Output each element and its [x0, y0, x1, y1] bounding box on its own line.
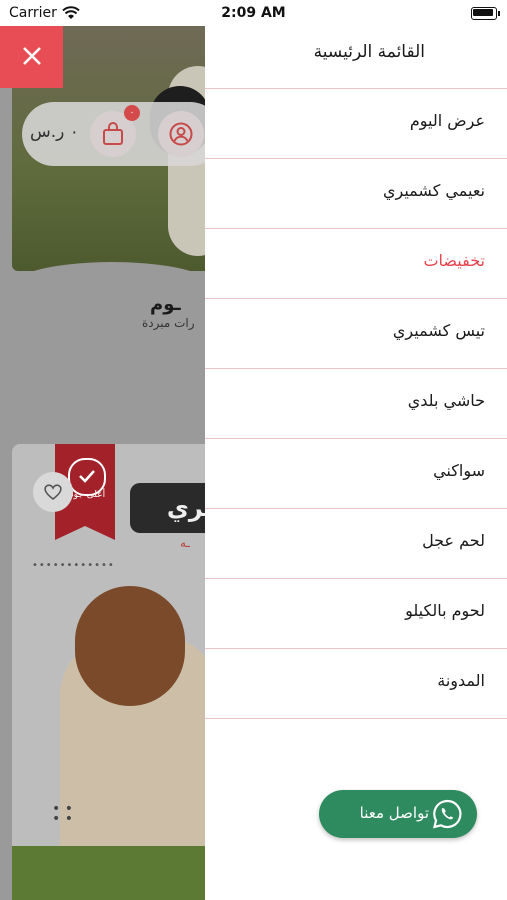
menu-list: عرض اليوم نعيمي كشميري تخفيضات تيس كشمير… [205, 88, 507, 720]
menu-item-label: المدونة [437, 671, 485, 690]
divider [205, 718, 507, 720]
contact-whatsapp-button[interactable]: تواصل معنا [319, 790, 477, 838]
heart-icon [44, 484, 62, 501]
menu-item-meat-by-kilo[interactable]: لحوم بالكيلو [205, 578, 507, 648]
favorite-button[interactable] [33, 472, 73, 512]
close-icon [22, 47, 41, 65]
whatsapp-icon [433, 799, 462, 829]
menu-item-label: نعيمي كشميري [383, 181, 485, 200]
cart-button[interactable]: ٠ [90, 105, 140, 157]
side-menu: القائمة الرئيسية عرض اليوم نعيمي كشميري … [205, 26, 507, 900]
cart-badge: ٠ [124, 105, 140, 121]
menu-item-tees-kashmiri[interactable]: تيس كشميري [205, 298, 507, 368]
background-screen: ٠ ر.س ٠ ـوم رات مبردة • •• • أعلى جودة [0, 26, 205, 900]
contact-label: تواصل معنا [359, 804, 429, 822]
menu-item-veal[interactable]: لحم عجل [205, 508, 507, 578]
menu-item-label: لحوم بالكيلو [405, 601, 485, 620]
battery-icon [471, 7, 497, 20]
menu-item-hashi-baladi[interactable]: حاشي بلدي [205, 368, 507, 438]
menu-item-label: تخفيضات [423, 251, 485, 270]
menu-title: القائمة الرئيسية [313, 42, 425, 62]
clock: 2:09 AM [221, 5, 286, 21]
menu-item-sawakni[interactable]: سواكني [205, 438, 507, 508]
product-subtitle: ـه [180, 536, 190, 550]
menu-item-today-offer[interactable]: عرض اليوم [205, 88, 507, 158]
product-name: ـري [130, 483, 205, 533]
menu-item-label: تيس كشميري [392, 321, 485, 340]
menu-item-label: سواكني [433, 461, 485, 480]
user-icon [169, 122, 193, 146]
profile-button[interactable] [158, 111, 204, 157]
menu-item-discounts[interactable]: تخفيضات [205, 228, 507, 298]
close-menu-button[interactable] [0, 26, 63, 88]
menu-item-blog[interactable]: المدونة [205, 648, 507, 718]
menu-item-naimi-kashmiri[interactable]: نعيمي كشميري [205, 158, 507, 228]
menu-item-label: عرض اليوم [409, 111, 485, 130]
menu-item-label: لحم عجل [422, 531, 485, 550]
cart-price: ٠ ر.س [30, 122, 79, 142]
status-bar: Carrier 2:09 AM [0, 0, 507, 26]
menu-item-label: حاشي بلدي [407, 391, 485, 410]
section-title: ـوم [150, 294, 181, 315]
bag-icon [103, 122, 123, 145]
header-toolbar: ٠ ر.س ٠ [22, 102, 205, 166]
section-subtitle: رات مبردة [142, 316, 195, 330]
